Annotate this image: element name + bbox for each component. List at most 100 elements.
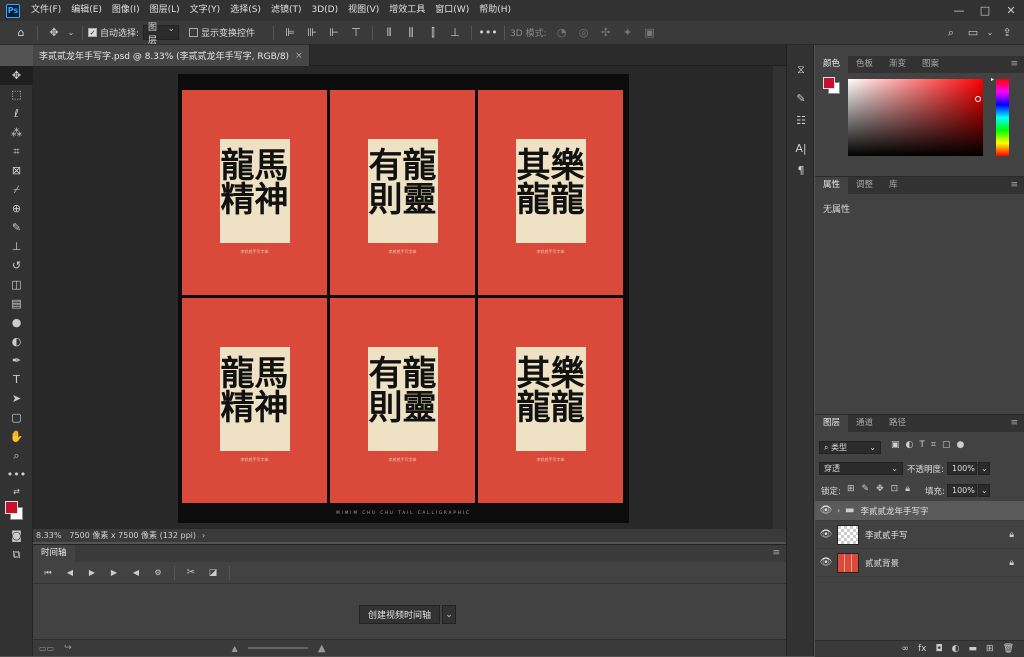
eye-icon[interactable]: 👁︎ — [815, 529, 837, 540]
hand-tool-icon[interactable]: ✋ — [0, 427, 33, 446]
3d-camera-icon[interactable]: ▣ — [641, 24, 659, 42]
zoom-out-timeline-icon[interactable]: ▲ — [232, 644, 238, 653]
panel-tab[interactable]: 图层 — [815, 415, 849, 432]
lock-position-icon[interactable]: ✥ — [876, 484, 884, 494]
panel-menu-icon[interactable]: ≡ — [1010, 59, 1018, 69]
menu-item[interactable]: 增效工具 — [384, 0, 430, 21]
chevron-down-icon[interactable]: ⌄ — [67, 24, 75, 42]
align-top-icon[interactable]: ⊤ — [347, 24, 365, 42]
hue-slider-handle-icon[interactable]: ▸ — [991, 76, 994, 83]
filter-toggle-icon[interactable]: ● — [956, 440, 964, 450]
history-icon[interactable]: ⧖ — [787, 59, 815, 81]
color-panel-fg-swatch[interactable] — [823, 77, 835, 89]
eye-icon[interactable]: 👁︎ — [815, 505, 837, 516]
zoom-tool-icon[interactable]: ⌕ — [0, 446, 33, 465]
pen-tool-icon[interactable]: ✒ — [0, 351, 33, 370]
more-options-icon[interactable]: ••• — [478, 24, 497, 42]
quick-mask-icon[interactable]: ◙ — [0, 526, 33, 545]
lock-image-icon[interactable]: ✎ — [862, 484, 870, 494]
edit-toolbar-icon[interactable]: ••• — [0, 465, 33, 484]
document-canvas[interactable]: MIMIM CHU CHU TAIL CALLIGRAPHIC 龍馬精神 李贰贰手… — [178, 74, 629, 523]
render-icon[interactable]: ↪ — [64, 643, 72, 653]
brush-settings-icon[interactable]: ✎ — [787, 87, 815, 109]
fill-slider-toggle[interactable]: ⌄ — [978, 484, 990, 497]
eye-icon[interactable]: 👁︎ — [815, 557, 837, 568]
3d-orbit-icon[interactable]: ◔ — [553, 24, 571, 42]
opacity-slider-toggle[interactable]: ⌄ — [978, 462, 990, 475]
frame-tool-icon[interactable]: ⊠ — [0, 161, 33, 180]
adjustments-icon[interactable]: ☷ — [787, 109, 815, 131]
history-brush-tool-icon[interactable]: ↺ — [0, 256, 33, 275]
menu-item[interactable]: 窗口(W) — [430, 0, 474, 21]
healing-brush-tool-icon[interactable]: ⊕ — [0, 199, 33, 218]
play-icon[interactable]: ▶ — [83, 564, 101, 582]
align-center-h-icon[interactable]: ⊪ — [303, 24, 321, 42]
panel-tab[interactable]: 调整 — [848, 177, 881, 194]
next-frame-icon[interactable]: ▶ — [105, 564, 123, 582]
panel-tab[interactable]: 渐变 — [881, 56, 914, 73]
type-tool-icon[interactable]: T — [0, 370, 33, 389]
settings-gear-icon[interactable]: ⚙ — [149, 564, 167, 582]
timeline-zoom-slider[interactable] — [247, 647, 308, 649]
maximize-button[interactable]: □ — [972, 0, 998, 21]
layer-name[interactable]: 李贰贰龙年手写字 — [860, 505, 928, 517]
panel-menu-icon[interactable]: ≡ — [1010, 180, 1018, 190]
panel-tab[interactable]: 图案 — [914, 56, 947, 73]
foreground-color-swatch[interactable] — [5, 501, 18, 514]
menu-item[interactable]: 选择(S) — [225, 0, 266, 21]
zoom-in-timeline-icon[interactable]: ▲ — [318, 643, 326, 654]
split-scissors-icon[interactable]: ✂ — [182, 564, 200, 582]
filter-pixel-icon[interactable]: ▣ — [891, 440, 900, 450]
magic-wand-tool-icon[interactable]: ⁂ — [0, 123, 33, 142]
timeline-mode-dropdown[interactable]: ⌄ — [442, 605, 457, 624]
create-video-timeline-button[interactable]: 创建视频时间轴 — [359, 605, 441, 624]
new-group-icon[interactable]: ▬ — [969, 644, 978, 654]
zoom-level[interactable]: 8.33% — [36, 531, 61, 540]
distribute-right-icon[interactable]: ⫿ — [424, 24, 442, 42]
panel-menu-icon[interactable]: ≡ — [1010, 418, 1018, 428]
close-button[interactable]: ✕ — [998, 0, 1024, 21]
panel-tab[interactable]: 颜色 — [815, 56, 849, 73]
lasso-tool-icon[interactable]: ℓ — [0, 104, 33, 123]
adjustment-layer-icon[interactable]: ◐ — [952, 644, 960, 654]
distribute-left-icon[interactable]: ⫴ — [380, 24, 398, 42]
panel-tab[interactable]: 路径 — [881, 415, 914, 432]
layer-name[interactable]: 李贰贰手写 — [865, 529, 908, 541]
move-tool-icon[interactable]: ✥ — [0, 66, 33, 85]
delete-layer-icon[interactable]: 🗑︎ — [1003, 644, 1014, 654]
expand-arrow-icon[interactable]: › — [837, 506, 845, 515]
crop-tool-icon[interactable]: ⌗ — [0, 142, 33, 161]
prev-frame-icon[interactable]: ◀ — [61, 564, 79, 582]
align-left-icon[interactable]: ⊫ — [281, 24, 299, 42]
gradient-tool-icon[interactable]: ▤ — [0, 294, 33, 313]
layer-filter-dropdown[interactable]: ⌕ 类型 ⌄ — [819, 441, 881, 454]
new-layer-icon[interactable]: ⊞ — [986, 644, 994, 654]
chevron-down-icon[interactable]: ⌄ — [986, 24, 994, 42]
character-icon[interactable]: A| — [787, 137, 815, 159]
distribute-top-icon[interactable]: ⊥ — [446, 24, 464, 42]
marquee-tool-icon[interactable]: ⬚ — [0, 85, 33, 104]
first-frame-icon[interactable]: ⏮ — [39, 564, 57, 582]
minimize-button[interactable]: — — [946, 0, 972, 21]
layer-row-group[interactable]: 👁︎ › ▬ 李贰贰龙年手写字 — [815, 501, 1024, 521]
eyedropper-tool-icon[interactable]: ⌿ — [0, 180, 33, 199]
tab-timeline[interactable]: 时间轴 — [33, 545, 75, 562]
rectangle-tool-icon[interactable]: ▢ — [0, 408, 33, 427]
lock-artboard-icon[interactable]: ⊡ — [891, 484, 899, 494]
swap-colors-icon[interactable]: ⇄ — [0, 484, 33, 498]
workspace-icon[interactable]: ▭ — [964, 24, 982, 42]
menu-item[interactable]: 文件(F) — [26, 0, 66, 21]
auto-select-dropdown[interactable]: 图层 — [143, 23, 180, 46]
menu-item[interactable]: 图像(I) — [107, 0, 145, 21]
document-tab[interactable]: 李贰贰龙年手写字.psd @ 8.33% (李贰贰龙年手写字, RGB/8) × — [33, 45, 310, 66]
home-icon[interactable]: ⌂ — [12, 24, 30, 42]
layer-name[interactable]: 贰贰背景 — [865, 557, 899, 569]
transition-icon[interactable]: ◪ — [204, 564, 222, 582]
panel-menu-icon[interactable]: ≡ — [772, 548, 780, 558]
filter-shape-icon[interactable]: ⌗ — [931, 440, 936, 450]
distribute-center-icon[interactable]: ⫼ — [402, 24, 420, 42]
show-transform-checkbox[interactable] — [189, 28, 199, 37]
vertical-scrollbar[interactable] — [773, 66, 786, 529]
add-mask-icon[interactable]: ◘ — [936, 644, 943, 654]
share-icon[interactable]: ⇪ — [998, 24, 1016, 42]
